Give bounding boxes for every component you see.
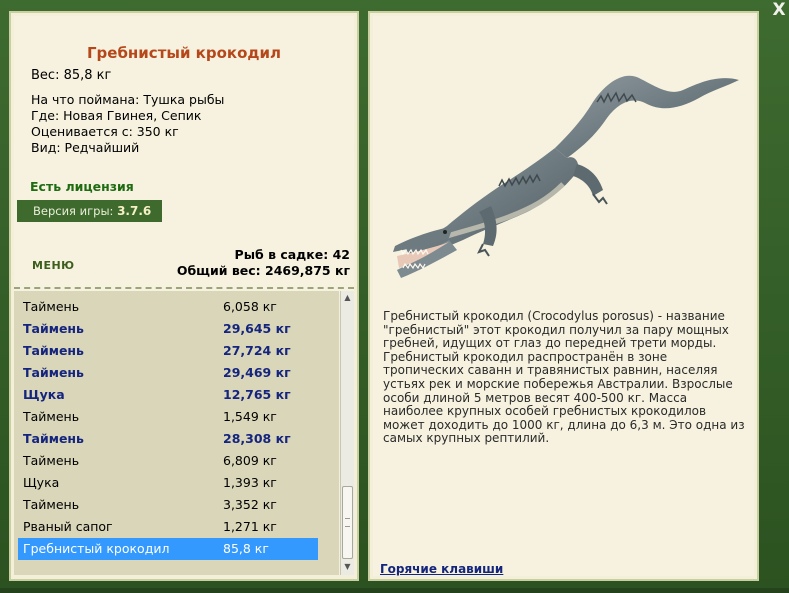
catch-weight: 3,352 кг — [223, 497, 277, 512]
catch-name: Таймень — [23, 321, 84, 336]
catch-list-scrollbar[interactable]: ▲ ▼ — [340, 291, 354, 575]
catch-name: Таймень — [23, 343, 84, 358]
catch-row[interactable]: Рваный сапог 1,271 кг — [18, 516, 318, 538]
fish-info-box: Гребнистый крокодил Вес: 85,8 кг На что … — [14, 16, 354, 293]
menu-button[interactable]: МЕНЮ — [32, 259, 75, 272]
catch-row[interactable]: Таймень 29,645 кг — [18, 318, 318, 340]
catch-weight: 6,809 кг — [223, 453, 277, 468]
fish-details: На что поймана: Тушка рыбы Где: Новая Гв… — [31, 92, 224, 156]
fish-description-panel: Гребнистый крокодил (Crocodylus porosus)… — [368, 11, 759, 581]
catch-weight: 1,271 кг — [223, 519, 277, 534]
section-divider — [14, 287, 354, 289]
catch-name: Таймень — [23, 365, 84, 380]
cage-stats: Рыб в садке: 42 Общий вес: 2469,875 кг — [177, 247, 350, 279]
catch-name: Рваный сапог — [23, 519, 113, 534]
close-icon[interactable]: X — [771, 0, 787, 20]
catch-weight: 1,393 кг — [223, 475, 277, 490]
catch-list[interactable]: Таймень 6,058 кг Таймень 29,645 кг Таймень 27… — [14, 291, 339, 575]
catch-rating-threshold: Оценивается с: 350 кг — [31, 124, 179, 139]
catch-row-selected[interactable]: Гребнистый крокодил 85,8 кг — [18, 538, 318, 560]
scroll-down-arrow-icon[interactable]: ▼ — [341, 560, 354, 574]
version-value: 3.7.6 — [117, 204, 152, 218]
license-status: Есть лицензия — [30, 179, 134, 194]
bottom-strip — [0, 588, 789, 593]
scroll-up-arrow-icon[interactable]: ▲ — [341, 291, 354, 305]
fish-info-panel: Гребнистый крокодил Вес: 85,8 кг На что … — [9, 11, 359, 581]
catch-weight: 29,645 кг — [223, 321, 291, 336]
catch-row[interactable]: Щука 12,765 кг — [18, 384, 318, 406]
fish-weight: Вес: 85,8 кг — [31, 68, 112, 83]
catch-name: Щука — [23, 387, 65, 402]
fish-description: Гребнистый крокодил (Crocodylus porosus)… — [383, 309, 745, 446]
hotkeys-link[interactable]: Горячие клавиши — [380, 562, 503, 576]
fish-name-title: Гребнистый крокодил — [86, 44, 282, 62]
catch-row[interactable]: Таймень 27,724 кг — [18, 340, 318, 362]
catch-name: Таймень — [23, 497, 80, 512]
catch-row[interactable]: Таймень 6,809 кг — [18, 450, 318, 472]
catch-row[interactable]: Таймень 29,469 кг — [18, 362, 318, 384]
catch-row[interactable]: Таймень 1,549 кг — [18, 406, 318, 428]
catch-weight: 85,8 кг — [223, 541, 269, 556]
cage-count: Рыб в садке: 42 — [234, 247, 350, 262]
catch-row[interactable]: Таймень 6,058 кг — [18, 296, 318, 318]
fish-rarity: Вид: Редчайший — [31, 140, 140, 155]
catch-weight: 1,549 кг — [223, 409, 277, 424]
catch-weight: 12,765 кг — [223, 387, 291, 402]
catch-location: Где: Новая Гвинея, Сепик — [31, 108, 202, 123]
catch-name: Таймень — [23, 453, 80, 468]
catch-row[interactable]: Щука 1,393 кг — [18, 472, 318, 494]
version-label: Версия игры: — [33, 204, 114, 218]
catch-weight: 28,308 кг — [223, 431, 291, 446]
catch-name: Таймень — [23, 299, 80, 314]
catch-bait: На что поймана: Тушка рыбы — [31, 92, 225, 107]
catch-name: Таймень — [23, 409, 80, 424]
crocodile-image — [393, 75, 739, 278]
catch-row[interactable]: Таймень 3,352 кг — [18, 494, 318, 516]
catch-name: Гребнистый крокодил — [23, 541, 170, 556]
catch-weight: 29,469 кг — [223, 365, 291, 380]
description-box: Гребнистый крокодил (Crocodylus porosus)… — [373, 16, 754, 576]
catch-row[interactable]: Таймень 28,308 кг — [18, 428, 318, 450]
scroll-thumb[interactable] — [342, 486, 353, 559]
cage-total-weight: Общий вес: 2469,875 кг — [176, 263, 350, 278]
catch-weight: 27,724 кг — [223, 343, 291, 358]
catch-weight: 6,058 кг — [223, 299, 277, 314]
catch-name: Таймень — [23, 431, 84, 446]
game-version-bar: Версия игры: 3.7.6 — [17, 200, 162, 222]
catch-name: Щука — [23, 475, 60, 490]
